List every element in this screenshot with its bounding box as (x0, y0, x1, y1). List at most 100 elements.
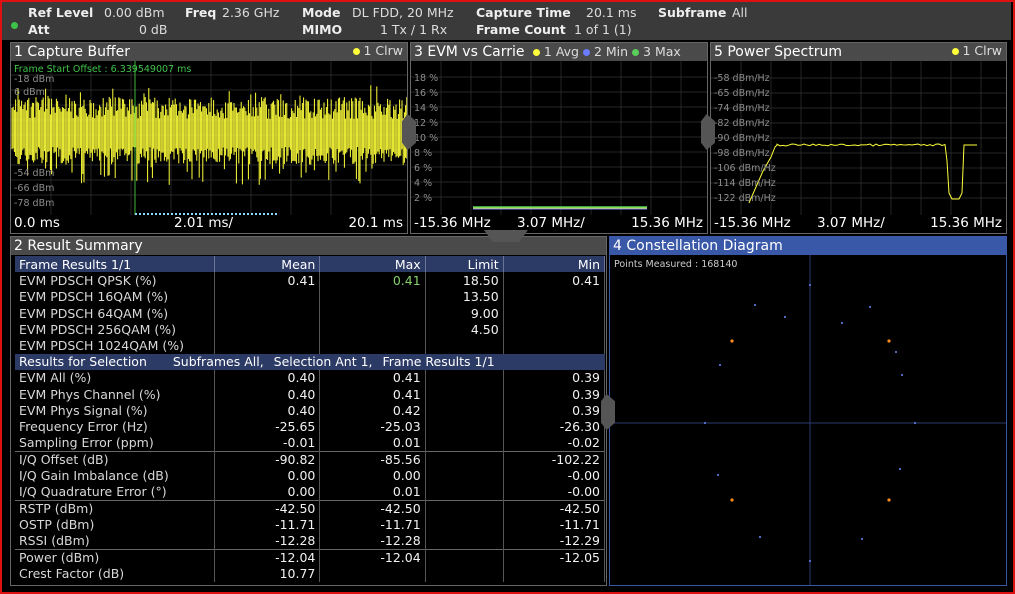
table-row[interactable]: Sampling Error (ppm) -0.01 0.01 -0.02 (15, 434, 606, 452)
ps-y-label: -90 dBm/Hz (714, 133, 770, 144)
capture-buffer-y-label: -18 dBm (14, 74, 54, 85)
table-row[interactable]: Frequency Error (Hz) -25.65 -25.03 -26.30 (15, 418, 606, 435)
ps-y-label: -106 dBm/Hz (714, 163, 776, 174)
capture-buffer-y-label: 6 dBm (14, 87, 45, 98)
freq-value: 2.36 GHz (222, 5, 280, 20)
selection-header: Results for Selection Subframes All, Sel… (15, 353, 605, 370)
ps-y-label: -122 dBm/Hz (714, 193, 776, 204)
x-axis-end: 15.36 MHz (930, 215, 1002, 231)
frame-count-label: Frame Count (476, 22, 566, 37)
evm-vs-carrier-panel[interactable]: 3 EVM vs Carrie 1 Avg 2 Min 3 Max 18 % 1… (410, 42, 708, 234)
measurement-header: Ref Level 0.00 dBm Att 0 dB Freq 2.36 GH… (2, 2, 1011, 40)
capture-buffer-title: 1 Capture Buffer (11, 43, 407, 61)
column-header: Max (319, 256, 426, 273)
selection-results-table: EVM All (%) 0.40 0.41 0.39 EVM Phys Channel … (15, 369, 606, 582)
points-measured-text: Points Measured : 168140 (614, 259, 737, 270)
constellation-title: 4 Constellation Diagram (610, 237, 1006, 255)
freq-label: Freq (185, 5, 217, 20)
evm-y-label: 16 % (414, 88, 438, 99)
capture-time-value: 20.1 ms (586, 5, 637, 20)
column-header: Mean (214, 256, 321, 273)
x-axis-end: 20.1 ms (348, 215, 403, 231)
mimo-label: MIMO (302, 22, 343, 37)
evm-y-label: 2 % (414, 193, 432, 204)
table-row[interactable]: EVM Phys Signal (%) 0.40 0.42 0.39 (15, 402, 606, 419)
capture-buffer-x-axis: 0.0 ms 2.01 ms/ 20.1 ms (11, 213, 407, 233)
table-row[interactable]: I/Q Gain Imbalance (dB) 0.00 0.00 -0.00 (15, 467, 606, 484)
ps-y-label: -114 dBm/Hz (714, 178, 776, 189)
capture-buffer-panel[interactable]: 1 Capture Buffer 1 Clrw Frame Start Offs… (10, 42, 408, 234)
selection-subframes: Subframes All, (172, 353, 264, 369)
att-value: 0 dB (139, 22, 168, 37)
table-row[interactable]: OSTP (dBm) -11.71 -11.71 -11.71 (15, 516, 606, 533)
evm-y-label: 12 % (414, 118, 438, 129)
x-axis-division: 3.07 MHz/ (517, 215, 585, 231)
selection-label: Results for Selection (19, 353, 147, 369)
constellation-plot: Points Measured : 168140 (610, 255, 1006, 585)
x-axis-end: 15.36 MHz (631, 215, 703, 231)
evm-y-label: 18 % (414, 73, 438, 84)
constellation-panel[interactable]: 4 Constellation Diagram Points Measured … (609, 236, 1007, 586)
evm-y-label: 10 % (414, 133, 438, 144)
ref-level-value: 0.00 dBm (104, 5, 165, 20)
table-row[interactable]: I/Q Quadrature Error (°) 0.00 0.01 -0.00 (15, 483, 606, 501)
table-row[interactable]: EVM All (%) 0.40 0.41 0.39 (15, 369, 606, 387)
subframe-value: All (732, 5, 748, 20)
capture-buffer-trace-tag[interactable]: 1 Clrw (352, 43, 403, 58)
column-header: Min (503, 256, 606, 273)
mode-label: Mode (302, 5, 341, 20)
table-row[interactable]: Power (dBm) -12.04 -12.04 -12.05 (15, 548, 606, 566)
capture-time-label: Capture Time (476, 5, 571, 20)
capture-buffer-y-label: -78 dBm (14, 198, 54, 209)
avg-trace-icon (532, 49, 540, 56)
table-row[interactable]: RSTP (dBm) -42.50 -42.50 -42.50 (15, 499, 606, 517)
ps-y-label: -98 dBm/Hz (714, 148, 770, 159)
table-row[interactable]: EVM PDSCH 64QAM (%) 9.00 (15, 304, 606, 322)
evm-y-label: 6 % (414, 163, 432, 174)
result-summary-panel[interactable]: 2 Result Summary Frame Results 1/1 Mean … (10, 236, 607, 586)
power-spectrum-panel[interactable]: 5 Power Spectrum 1 Clrw -58 dBm/Hz -65 d… (710, 42, 1007, 234)
evm-vs-carrier-title: 3 EVM vs Carrie 1 Avg 2 Min 3 Max (411, 43, 707, 61)
ps-y-label: -65 dBm/Hz (714, 88, 770, 99)
table-row[interactable]: Crest Factor (dB) 10.77 (15, 565, 606, 582)
evm-y-label: 4 % (414, 178, 432, 189)
table-row[interactable]: EVM PDSCH 256QAM (%) 4.50 (15, 321, 606, 338)
table-row[interactable]: EVM Phys Channel (%) 0.40 0.41 0.39 (15, 386, 606, 403)
ps-y-label: -82 dBm/Hz (714, 118, 770, 129)
column-header: Frame Results 1/1 (15, 256, 216, 273)
ref-level-label: Ref Level (28, 5, 94, 20)
power-spectrum-plot: -58 dBm/Hz -65 dBm/Hz -74 dBm/Hz -82 dBm… (711, 61, 1006, 215)
evm-y-label: 14 % (414, 103, 438, 114)
ps-y-label: -58 dBm/Hz (714, 73, 770, 84)
evm-x-axis: -15.36 MHz 3.07 MHz/ 15.36 MHz (411, 213, 707, 233)
table-row[interactable]: EVM PDSCH 16QAM (%) 13.50 (15, 288, 606, 305)
power-spectrum-trace-tag[interactable]: 1 Clrw (951, 43, 1002, 58)
x-axis-start: -15.36 MHz (414, 215, 491, 231)
capture-buffer-plot: Frame Start Offset : 6.339549007 ms -18 … (11, 61, 407, 215)
min-trace-icon (582, 49, 590, 56)
att-label: Att (28, 22, 50, 37)
frame-results-table: Frame Results 1/1 Mean Max Limit Min EVM… (15, 256, 606, 354)
capture-buffer-y-label: -66 dBm (14, 183, 54, 194)
table-row[interactable]: I/Q Offset (dB) -90.82 -85.56 -102.22 (15, 450, 606, 468)
result-summary-body: Frame Results 1/1 Mean Max Limit Min EVM… (15, 256, 606, 582)
evm-vs-carrier-plot: 18 % 16 % 14 % 12 % 10 % 8 % 6 % 4 % 2 % (411, 61, 707, 215)
x-axis-start: 0.0 ms (14, 215, 60, 231)
legend-min: 2 Min (593, 44, 629, 59)
table-row[interactable]: EVM PDSCH 1024QAM (%) (15, 337, 606, 354)
max-trace-icon (632, 49, 640, 56)
evm-y-label: 8 % (414, 148, 432, 159)
x-axis-start: -15.36 MHz (714, 215, 791, 231)
ps-y-label: -74 dBm/Hz (714, 103, 770, 114)
selection-antenna: Selection Ant 1, (273, 353, 373, 369)
mode-value: DL FDD, 20 MHz (352, 5, 454, 20)
column-header: Limit (425, 256, 504, 273)
capture-buffer-y-label: -54 dBm (14, 168, 54, 179)
selection-frame: Frame Results 1/1 (382, 353, 495, 369)
subframe-label: Subframe (658, 5, 727, 20)
table-row[interactable]: RSSI (dBm) -12.28 -12.28 -12.29 (15, 532, 606, 550)
table-row[interactable]: EVM PDSCH QPSK (%) 0.41 0.41 18.50 0.41 (15, 272, 606, 289)
frame-count-value: 1 of 1 (1) (574, 22, 632, 37)
x-axis-division: 3.07 MHz/ (817, 215, 885, 231)
ps-x-axis: -15.36 MHz 3.07 MHz/ 15.36 MHz (711, 213, 1006, 233)
